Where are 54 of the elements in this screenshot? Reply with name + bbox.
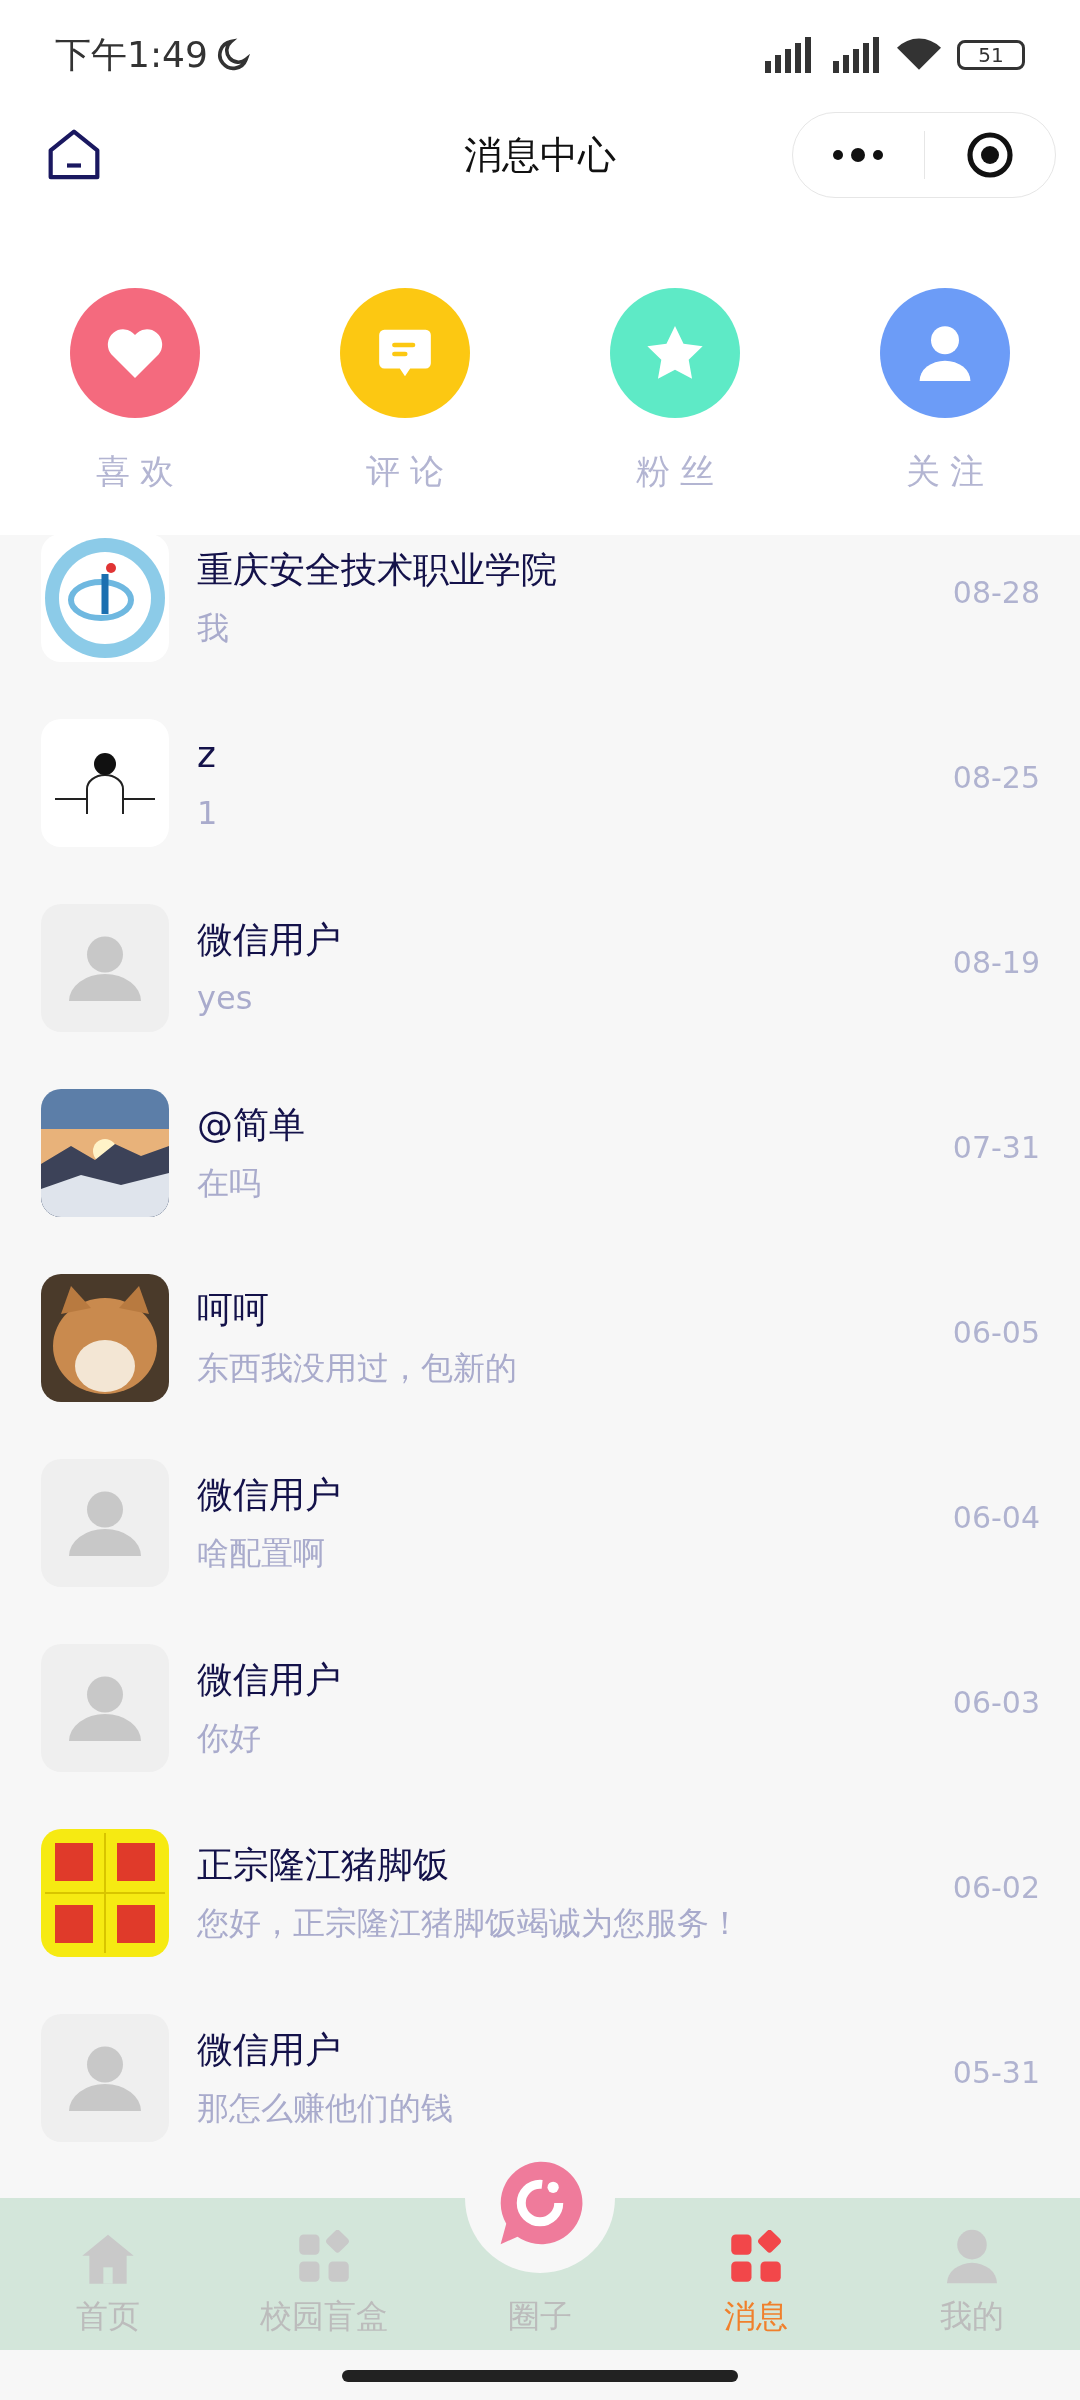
person-icon (69, 1489, 141, 1556)
category-label: 评 论 (365, 450, 445, 493)
message-row[interactable]: z 1 08-25 (0, 690, 1080, 875)
sender-name: 重庆安全技术职业学院 (197, 548, 558, 592)
message-date: 05-31 (952, 2054, 1040, 2092)
message-preview: 那怎么赚他们的钱 (197, 2088, 454, 2128)
message-row[interactable]: 微信用户 yes 08-19 (0, 875, 1080, 1060)
wifi-icon (897, 38, 941, 72)
message-date: 08-25 (952, 759, 1040, 797)
sender-name: 微信用户 (197, 918, 342, 962)
message-date: 07-31 (952, 1129, 1040, 1167)
category-label: 关 注 (905, 450, 985, 493)
category-label: 喜 欢 (95, 450, 175, 493)
sender-name: 微信用户 (197, 2028, 342, 2072)
home-icon[interactable] (46, 128, 102, 182)
message-date: 08-19 (952, 944, 1040, 982)
battery-level: 51 (978, 45, 1004, 65)
message-preview: 1 (197, 793, 219, 833)
message-row[interactable]: 重庆安全技术职业学院 我 08-28 (0, 535, 1080, 690)
person-icon (69, 1674, 141, 1741)
message-row[interactable]: 微信用户 那怎么赚他们的钱 05-31 (0, 1985, 1080, 2170)
sender-name: 正宗隆江猪脚饭 (197, 1843, 450, 1887)
message-date: 06-04 (952, 1499, 1040, 1537)
message-preview: 东西我没用过，包新的 (197, 1348, 518, 1388)
sender-name: z (197, 733, 217, 777)
message-preview: 您好，正宗隆江猪脚饭竭诚为您服务！ (197, 1903, 742, 1943)
status-time: 下午1:49 (55, 33, 208, 77)
message-date: 06-02 (952, 1869, 1040, 1907)
page-title: 消息中心 (464, 131, 616, 179)
category-label: 粉 丝 (635, 450, 715, 493)
person-icon (69, 2044, 141, 2111)
message-preview: 在吗 (197, 1163, 262, 1203)
message-row[interactable]: 呵呵 东西我没用过，包新的 06-05 (0, 1245, 1080, 1430)
person-icon (69, 934, 141, 1001)
message-date: 06-03 (952, 1684, 1040, 1722)
sender-name: @简单 (197, 1103, 306, 1147)
message-row[interactable]: 正宗隆江猪脚饭 您好，正宗隆江猪脚饭竭诚为您服务！ 06-02 (0, 1800, 1080, 1985)
message-preview: yes (197, 978, 254, 1018)
message-row[interactable]: 微信用户 你好 06-03 (0, 1615, 1080, 1800)
sender-name: 呵呵 (197, 1288, 270, 1332)
message-preview: 你好 (197, 1718, 262, 1758)
grid-icon (297, 2230, 351, 2284)
sender-name: 微信用户 (197, 1473, 342, 1517)
message-preview: 我 (197, 608, 230, 648)
message-row[interactable]: @简单 在吗 07-31 (0, 1060, 1080, 1245)
moon-icon (215, 37, 252, 73)
message-row[interactable]: 微信用户 啥配置啊 06-04 (0, 1430, 1080, 1615)
person-icon (947, 2228, 997, 2284)
message-date: 06-05 (952, 1314, 1040, 1352)
house-icon (80, 2232, 136, 2284)
sender-name: 微信用户 (197, 1658, 342, 1702)
message-date: 08-28 (952, 574, 1040, 612)
message-preview: 啥配置啊 (197, 1533, 326, 1573)
grid-icon (729, 2230, 783, 2284)
